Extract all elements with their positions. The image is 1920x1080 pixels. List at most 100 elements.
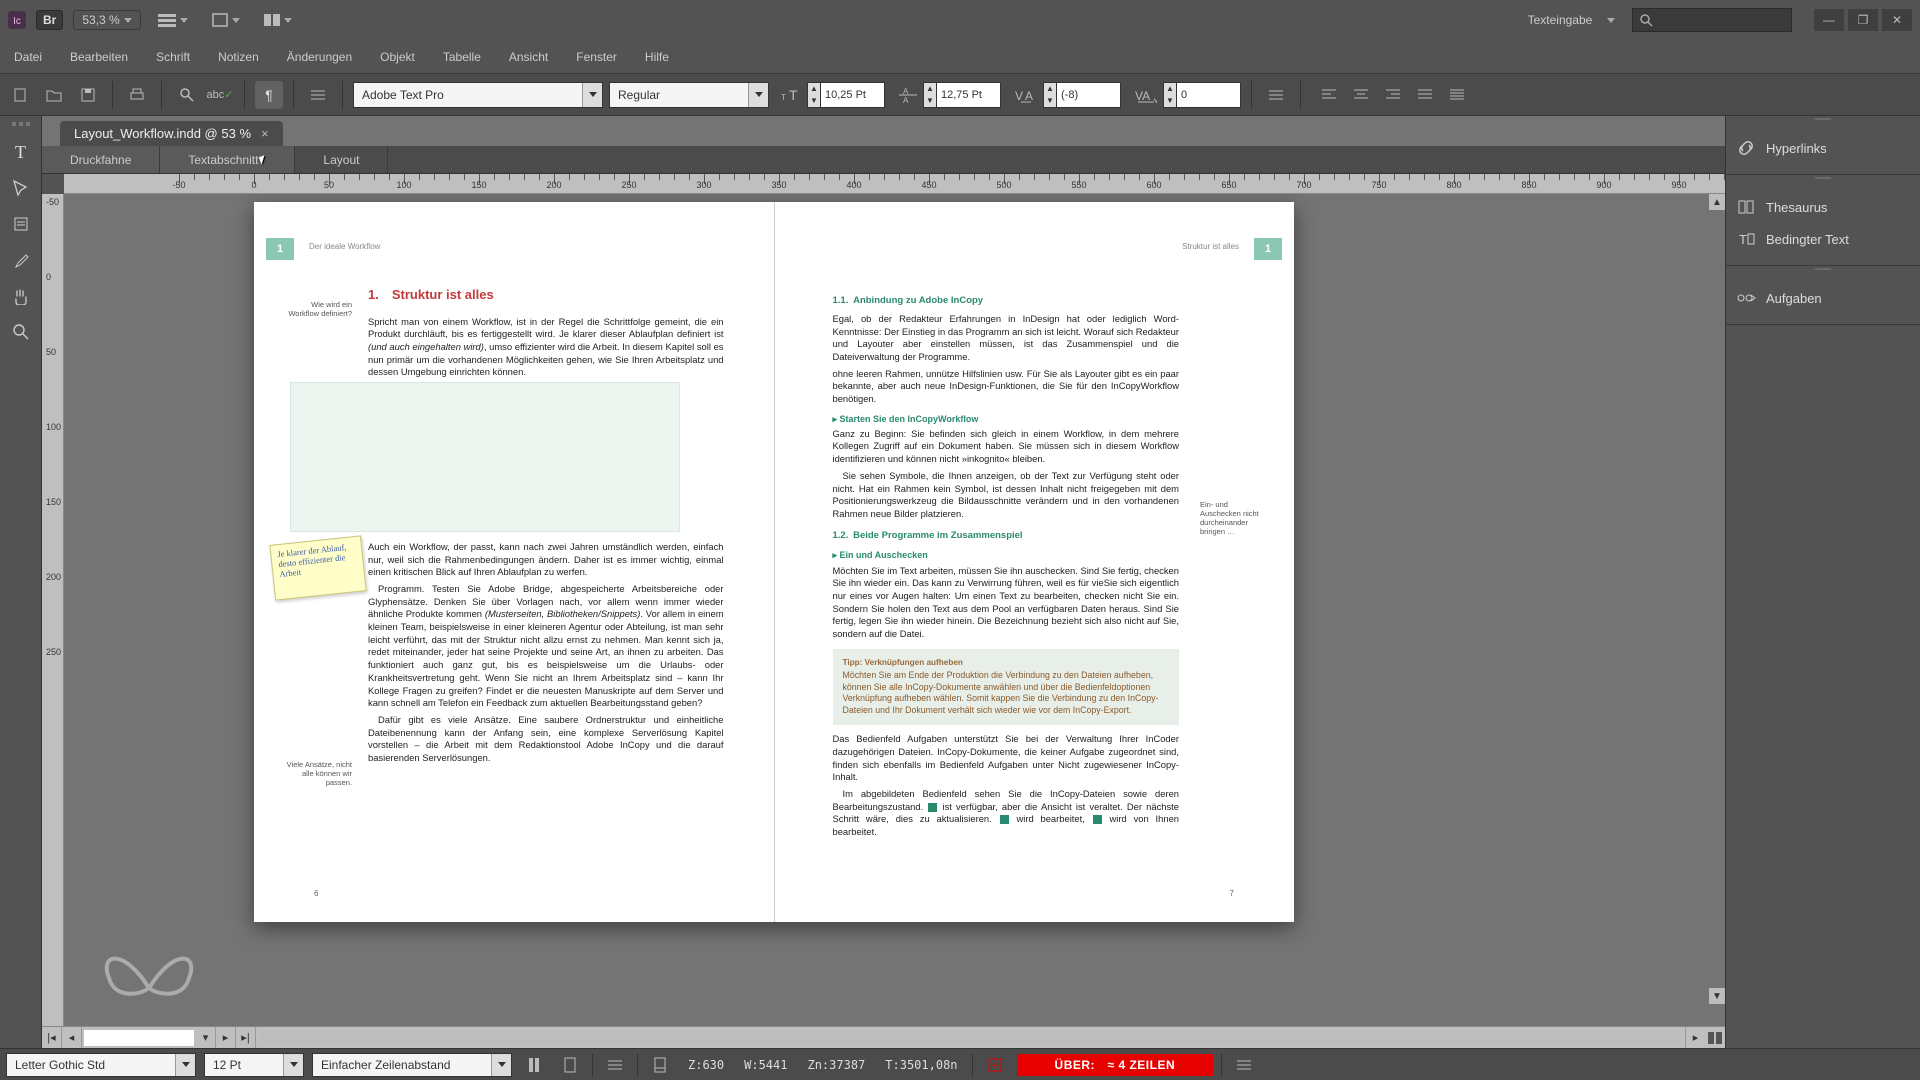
- save-button[interactable]: [74, 81, 102, 109]
- scroll-down-button[interactable]: ▼: [1709, 988, 1725, 1004]
- show-hidden-chars-button[interactable]: ¶: [255, 81, 283, 109]
- align-left-button[interactable]: [1315, 81, 1343, 109]
- menu-datei[interactable]: Datei: [0, 44, 56, 70]
- mode-tab-layout[interactable]: Layout: [295, 146, 388, 173]
- column-icon: [527, 1057, 541, 1073]
- note-tool[interactable]: [5, 208, 37, 240]
- find-button[interactable]: [172, 81, 200, 109]
- mode-tab-textabschnitt[interactable]: Textabschnitt: [160, 146, 295, 173]
- page-navigator: |◂ ◂ ▾ ▸ ▸| ▸: [42, 1026, 1725, 1048]
- text-frame-right[interactable]: 1.1. Anbindung zu Adobe InCopy Egal, ob …: [833, 286, 1180, 882]
- page-left[interactable]: 1 Der ideale Workflow Wie wird ein Workf…: [254, 202, 775, 922]
- font-style-combo[interactable]: Regular: [609, 82, 769, 108]
- window-restore-button[interactable]: ❐: [1848, 9, 1878, 31]
- menu-notizen[interactable]: Notizen: [204, 44, 273, 70]
- canvas: ▲ ▼ 1 Der ideale Workflow Wie wird ein W…: [64, 194, 1725, 1026]
- new-doc-button[interactable]: [6, 81, 34, 109]
- hand-tool[interactable]: [5, 280, 37, 312]
- align-right-button[interactable]: [1379, 81, 1407, 109]
- type-tool[interactable]: T: [5, 136, 37, 168]
- bridge-button[interactable]: Br: [36, 10, 63, 30]
- scroll-right-button[interactable]: ▸: [1685, 1027, 1705, 1048]
- menu-schrift[interactable]: Schrift: [142, 44, 204, 70]
- running-head-right: Struktur ist alles: [1182, 242, 1239, 253]
- panel-label: Hyperlinks: [1766, 141, 1827, 156]
- panel-thesaurus[interactable]: Thesaurus: [1734, 191, 1912, 223]
- next-page-button[interactable]: ▸: [216, 1027, 236, 1048]
- search-field[interactable]: [1632, 8, 1792, 32]
- kerning-field[interactable]: ▲▼(-8): [1043, 82, 1121, 108]
- panel-group-3: Aufgaben: [1726, 272, 1920, 325]
- horizontal-scrollbar[interactable]: [262, 1031, 1679, 1045]
- panel-hyperlinks[interactable]: Hyperlinks: [1734, 132, 1912, 164]
- open-button[interactable]: [40, 81, 68, 109]
- split-view-button[interactable]: [1705, 1027, 1725, 1048]
- print-button[interactable]: [123, 81, 151, 109]
- position-icon: [12, 179, 30, 197]
- status-flyout-2[interactable]: [1230, 1051, 1258, 1079]
- window-minimize-button[interactable]: —: [1814, 9, 1844, 31]
- stat-characters: Z:630: [682, 1058, 730, 1072]
- align-center-button[interactable]: [1347, 81, 1375, 109]
- font-size-field[interactable]: ▲▼10,25 Pt: [807, 82, 885, 108]
- align-justify-button[interactable]: [1411, 81, 1439, 109]
- position-tool[interactable]: [5, 172, 37, 204]
- close-tab-button[interactable]: ×: [261, 126, 269, 141]
- last-page-button[interactable]: ▸|: [236, 1027, 256, 1048]
- status-leading-combo[interactable]: Einfacher Zeilenabstand: [312, 1053, 512, 1077]
- tracking-icon: VA: [1135, 87, 1157, 103]
- document-tab[interactable]: Layout_Workflow.indd @ 53 % ×: [60, 121, 283, 146]
- status-flyout-1[interactable]: [601, 1051, 629, 1079]
- screen-mode-dropdown[interactable]: [205, 8, 247, 32]
- arrange-dropdown[interactable]: [257, 8, 299, 32]
- status-swatch-green: [1000, 815, 1009, 824]
- menu-hilfe[interactable]: Hilfe: [631, 44, 683, 70]
- first-page-button[interactable]: |◂: [42, 1027, 62, 1048]
- palette-grip[interactable]: [12, 122, 30, 128]
- workspace-label: Texteingabe: [1528, 13, 1593, 27]
- flyout-menu-icon[interactable]: [304, 81, 332, 109]
- para-controls-toggle[interactable]: [1262, 81, 1290, 109]
- tracking-field[interactable]: ▲▼0: [1163, 82, 1241, 108]
- chevron-down-icon: [283, 1054, 303, 1076]
- window-close-button[interactable]: ✕: [1882, 9, 1912, 31]
- zoom-icon: [13, 324, 29, 340]
- scroll-up-button[interactable]: ▲: [1709, 194, 1725, 210]
- text-frame-left[interactable]: 1. Struktur ist alles Spricht man von ei…: [368, 286, 724, 882]
- page-dropdown-button[interactable]: ▾: [196, 1027, 216, 1048]
- zoom-tool[interactable]: [5, 316, 37, 348]
- status-toggle-1[interactable]: [520, 1051, 548, 1079]
- kerning-value: (-8): [1057, 82, 1121, 108]
- panel-dock: Hyperlinks Thesaurus T Bedingter Text Au…: [1725, 116, 1920, 1048]
- tool-palette: T: [0, 116, 42, 1048]
- panel-bedingter-text[interactable]: T Bedingter Text: [1734, 223, 1912, 255]
- align-justify-all-button[interactable]: [1443, 81, 1471, 109]
- leading-field[interactable]: ▲▼12,75 Pt: [923, 82, 1001, 108]
- tracking-value: 0: [1177, 82, 1241, 108]
- page-number-field[interactable]: [84, 1030, 194, 1046]
- panel-group-2: Thesaurus T Bedingter Text: [1726, 181, 1920, 266]
- status-size-combo[interactable]: 12 Pt: [204, 1053, 304, 1077]
- copyfit-icon-button[interactable]: [646, 1051, 674, 1079]
- zoom-level-combo[interactable]: 53,3 %: [73, 10, 140, 30]
- status-toggle-2[interactable]: [556, 1051, 584, 1079]
- margin-note: Ein- und Auschecken nicht durcheinander …: [1200, 500, 1270, 536]
- menu-fenster[interactable]: Fenster: [562, 44, 631, 70]
- font-family-combo[interactable]: Adobe Text Pro: [353, 82, 603, 108]
- menu-objekt[interactable]: Objekt: [366, 44, 429, 70]
- eyedropper-tool[interactable]: [5, 244, 37, 276]
- align-justify-icon: [1418, 89, 1432, 101]
- menu-aenderungen[interactable]: Änderungen: [273, 44, 366, 70]
- document-area: Layout_Workflow.indd @ 53 % × Druckfahne…: [42, 116, 1725, 1048]
- menu-ansicht[interactable]: Ansicht: [495, 44, 562, 70]
- menu-tabelle[interactable]: Tabelle: [429, 44, 495, 70]
- panel-aufgaben[interactable]: Aufgaben: [1734, 282, 1912, 314]
- spellcheck-button[interactable]: abc✓: [206, 81, 234, 109]
- prev-page-button[interactable]: ◂: [62, 1027, 82, 1048]
- view-options-dropdown[interactable]: [151, 8, 195, 32]
- menu-bearbeiten[interactable]: Bearbeiten: [56, 44, 142, 70]
- workspace-switcher[interactable]: Texteingabe: [1521, 8, 1622, 32]
- page-right[interactable]: 1 Struktur ist alles Ein- und Auschecken…: [775, 202, 1295, 922]
- mode-tab-druckfahne[interactable]: Druckfahne: [42, 146, 160, 173]
- status-font-combo[interactable]: Letter Gothic Std: [6, 1053, 196, 1077]
